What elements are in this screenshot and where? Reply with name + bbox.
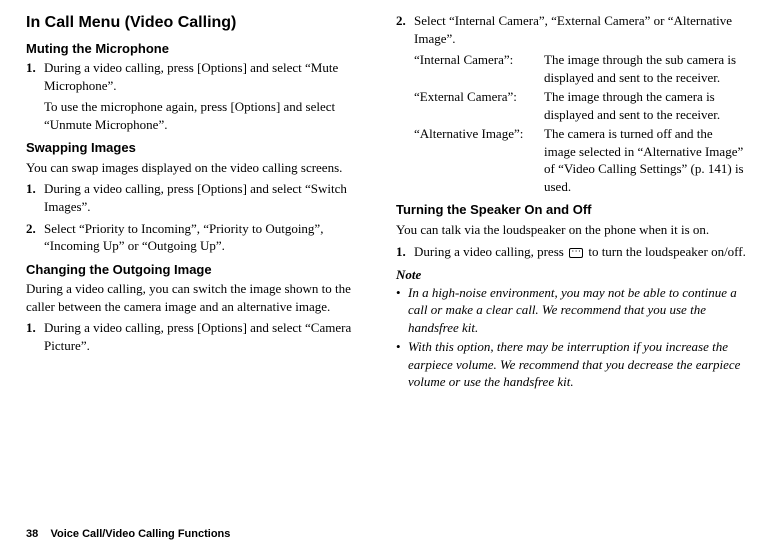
page-footer: 38 Voice Call/Video Calling Functions [26,527,230,542]
step-number: 1. [26,319,44,354]
definition-desc: The image through the sub camera is disp… [544,51,746,86]
bullet-icon: • [396,284,408,337]
step-number: 2. [26,220,44,255]
step-text: During a video calling, press to turn th… [414,243,746,261]
swapping-intro: You can swap images displayed on the vid… [26,159,376,177]
definition-desc: The image through the camera is displaye… [544,88,746,123]
note-item: • In a high-noise environment, you may n… [396,284,746,337]
left-column: In Call Menu (Video Calling) Muting the … [26,12,376,393]
definition-desc: The camera is turned off and the image s… [544,125,746,195]
definition-term: “Internal Camera”: [414,51,544,86]
note-label: Note [396,266,746,284]
muting-heading: Muting the Microphone [26,40,376,58]
note-text: In a high-noise environment, you may not… [408,284,746,337]
definition-row: “Internal Camera”: The image through the… [414,51,746,86]
step-text-part-a: During a video calling, press [414,244,567,259]
note-item: • With this option, there may be interru… [396,338,746,391]
step-number: 2. [396,12,414,47]
footer-title: Voice Call/Video Calling Functions [50,528,230,540]
softkey-icon [569,248,583,258]
definition-term: “Alternative Image”: [414,125,544,195]
bullet-icon: • [396,338,408,391]
swapping-heading: Swapping Images [26,139,376,157]
step-text: During a video calling, press [Options] … [44,180,376,215]
step-text: Select “Internal Camera”, “External Came… [414,12,746,47]
step-item: 1. During a video calling, press [Option… [26,180,376,215]
section-title: In Call Menu (Video Calling) [26,12,376,34]
step-number: 1. [396,243,414,261]
definition-table: “Internal Camera”: The image through the… [414,51,746,195]
speaker-intro: You can talk via the loudspeaker on the … [396,221,746,239]
step-number: 1. [26,180,44,215]
step-item: 1. During a video calling, press to turn… [396,243,746,261]
changing-heading: Changing the Outgoing Image [26,261,376,279]
step-item: 2. Select “Priority to Incoming”, “Prior… [26,220,376,255]
step-text: Select “Priority to Incoming”, “Priority… [44,220,376,255]
definition-row: “Alternative Image”: The camera is turne… [414,125,746,195]
step-item: 1. During a video calling, press [Option… [26,59,376,94]
step-item: 2. Select “Internal Camera”, “External C… [396,12,746,47]
step-number: 1. [26,59,44,94]
speaker-heading: Turning the Speaker On and Off [396,201,746,219]
step-text: During a video calling, press [Options] … [44,319,376,354]
note-text: With this option, there may be interrupt… [408,338,746,391]
right-column: 2. Select “Internal Camera”, “External C… [396,12,746,393]
page-number: 38 [26,528,38,540]
step-text-part-b: to turn the loudspeaker on/off. [585,244,746,259]
changing-intro: During a video calling, you can switch t… [26,280,376,315]
definition-row: “External Camera”: The image through the… [414,88,746,123]
definition-term: “External Camera”: [414,88,544,123]
step-text: During a video calling, press [Options] … [44,59,376,94]
muting-note: To use the microphone again, press [Opti… [44,98,376,133]
step-item: 1. During a video calling, press [Option… [26,319,376,354]
